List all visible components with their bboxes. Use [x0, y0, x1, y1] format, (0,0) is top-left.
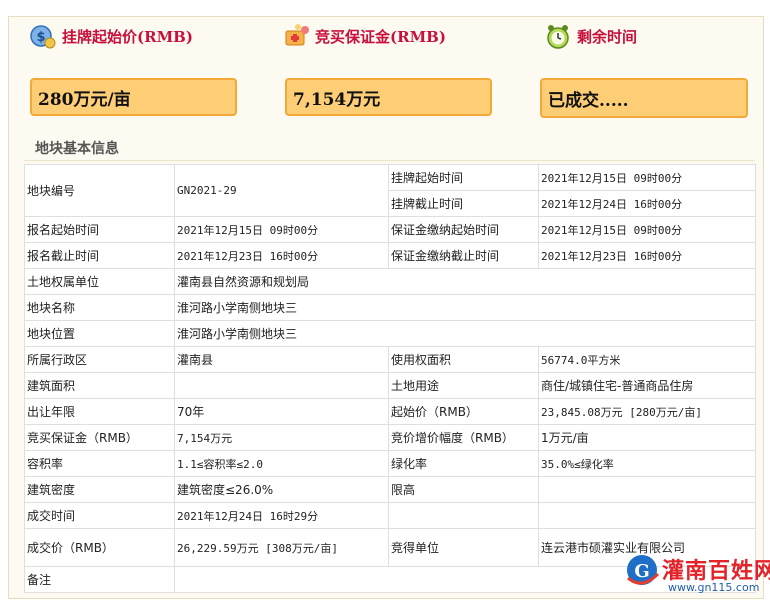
table-label: 成交时间 — [24, 502, 175, 529]
start-price-label: 挂牌起始价(RMB) — [62, 27, 193, 46]
money-bag-icon: $ — [30, 25, 56, 49]
table-value: 商住/城镇住宅-普通商品住房 — [538, 372, 756, 399]
table-row: 报名起始时间 2021年12月15日 09时00分 保证金缴纳起始时间 2021… — [24, 216, 756, 243]
table-value: 建筑密度≤26.0% — [174, 476, 389, 503]
table-value: 2021年12月23日 16时00分 — [538, 242, 756, 269]
table-value: GN2021-29 — [174, 164, 389, 217]
table-row: 建筑密度 建筑密度≤26.0% 限高 — [24, 476, 756, 503]
table-label: 报名起始时间 — [24, 216, 175, 243]
table-label: 竞价增价幅度（RMB） — [388, 424, 539, 451]
table-label: 限高 — [388, 476, 539, 503]
table-row: 成交时间 2021年12月24日 16时29分 — [24, 502, 756, 529]
table-value: 23,845.08万元 [280万元/亩] — [538, 398, 756, 425]
table-value: 2021年12月15日 09时00分 — [174, 216, 389, 243]
table-label: 挂牌截止时间 — [388, 190, 539, 217]
table-label: 竞得单位 — [388, 528, 539, 567]
table-label: 建筑面积 — [24, 372, 175, 399]
deposit-value: 7,154万元 — [285, 78, 492, 116]
table-label: 成交价（RMB） — [24, 528, 175, 567]
table-value: 灌南县 — [174, 346, 389, 373]
table-label: 保证金缴纳截止时间 — [388, 242, 539, 269]
table-row: 容积率 1.1≤容积率≤2.0 绿化率 35.0%≤绿化率 — [24, 450, 756, 477]
start-price-value: 280万元/亩 — [30, 78, 237, 116]
table-value — [174, 566, 756, 593]
start-price-stat: $ 挂牌起始价(RMB) — [30, 22, 193, 50]
remaining-time-stat: 剩余时间 — [545, 22, 637, 50]
table-value: 淮河路小学南侧地块三 — [174, 294, 756, 321]
table-row: 地块位置 淮河路小学南侧地块三 — [24, 320, 756, 347]
svg-text:$: $ — [36, 30, 45, 45]
table-label — [388, 502, 539, 529]
table-value: 7,154万元 — [174, 424, 389, 451]
table-label: 保证金缴纳起始时间 — [388, 216, 539, 243]
table-label: 使用权面积 — [388, 346, 539, 373]
table-row: 竞买保证金（RMB） 7,154万元 竞价增价幅度（RMB） 1万元/亩 — [24, 424, 756, 451]
table-label: 报名截止时间 — [24, 242, 175, 269]
table-value: 2021年12月15日 09时00分 — [538, 216, 756, 243]
remaining-time-value: 已成交..... — [540, 78, 748, 118]
table-label: 地块编号 — [24, 164, 175, 217]
table-row: 报名截止时间 2021年12月23日 16时00分 保证金缴纳截止时间 2021… — [24, 242, 756, 269]
table-value: 70年 — [174, 398, 389, 425]
table-row: 所属行政区 灌南县 使用权面积 56774.0平方米 — [24, 346, 756, 373]
table-label: 建筑密度 — [24, 476, 175, 503]
table-label: 容积率 — [24, 450, 175, 477]
alarm-clock-icon — [547, 25, 569, 49]
table-value: 1万元/亩 — [538, 424, 756, 451]
table-label: 出让年限 — [24, 398, 175, 425]
table-label: 绿化率 — [388, 450, 539, 477]
table-row: 地块名称 淮河路小学南侧地块三 — [24, 294, 756, 321]
remaining-time-label: 剩余时间 — [577, 27, 638, 46]
table-label: 地块位置 — [24, 320, 175, 347]
table-label: 备注 — [24, 566, 175, 593]
section-title: 地块基本信息 — [35, 141, 119, 157]
table-row: 地块编号 GN2021-29 挂牌起始时间 2021年12月15日 09时00分 — [24, 164, 756, 217]
table-row: 成交价（RMB） 26,229.59万元 [308万元/亩] 竞得单位 连云港市… — [24, 528, 756, 567]
table-value: 2021年12月23日 16时00分 — [174, 242, 389, 269]
table-label: 竞买保证金（RMB） — [24, 424, 175, 451]
deposit-stat: 竞买保证金(RMB) — [283, 22, 446, 50]
table-row: 备注 — [24, 566, 756, 593]
table-label: 挂牌起始时间 — [388, 164, 539, 191]
table-value: 2021年12月24日 16时00分 — [538, 190, 756, 217]
table-label: 起始价（RMB） — [388, 398, 539, 425]
table-value — [538, 476, 756, 503]
table-value: 2021年12月15日 09时00分 — [538, 164, 756, 191]
table-value: 2021年12月24日 16时29分 — [174, 502, 389, 529]
table-value — [174, 372, 389, 399]
table-row: 出让年限 70年 起始价（RMB） 23,845.08万元 [280万元/亩] — [24, 398, 756, 425]
table-label: 地块名称 — [24, 294, 175, 321]
table-value: 连云港市硕灌实业有限公司 — [538, 528, 756, 567]
deposit-label: 竞买保证金(RMB) — [315, 27, 446, 46]
table-row: 土地权属单位 灌南县自然资源和规划局 — [24, 268, 756, 295]
table-value: 35.0%≤绿化率 — [538, 450, 756, 477]
table-value: 灌南县自然资源和规划局 — [174, 268, 756, 295]
table-label: 所属行政区 — [24, 346, 175, 373]
table-label: 土地权属单位 — [24, 268, 175, 295]
section-divider — [24, 160, 755, 161]
table-label: 土地用途 — [388, 372, 539, 399]
table-value — [538, 502, 756, 529]
deposit-icon — [285, 24, 309, 46]
table-value: 1.1≤容积率≤2.0 — [174, 450, 389, 477]
land-info-table: 地块编号 GN2021-29 挂牌起始时间 2021年12月15日 09时00分… — [24, 164, 756, 593]
table-value: 56774.0平方米 — [538, 346, 756, 373]
table-value: 淮河路小学南侧地块三 — [174, 320, 756, 347]
table-value: 26,229.59万元 [308万元/亩] — [174, 528, 389, 567]
table-row: 建筑面积 土地用途 商住/城镇住宅-普通商品住房 — [24, 372, 756, 399]
